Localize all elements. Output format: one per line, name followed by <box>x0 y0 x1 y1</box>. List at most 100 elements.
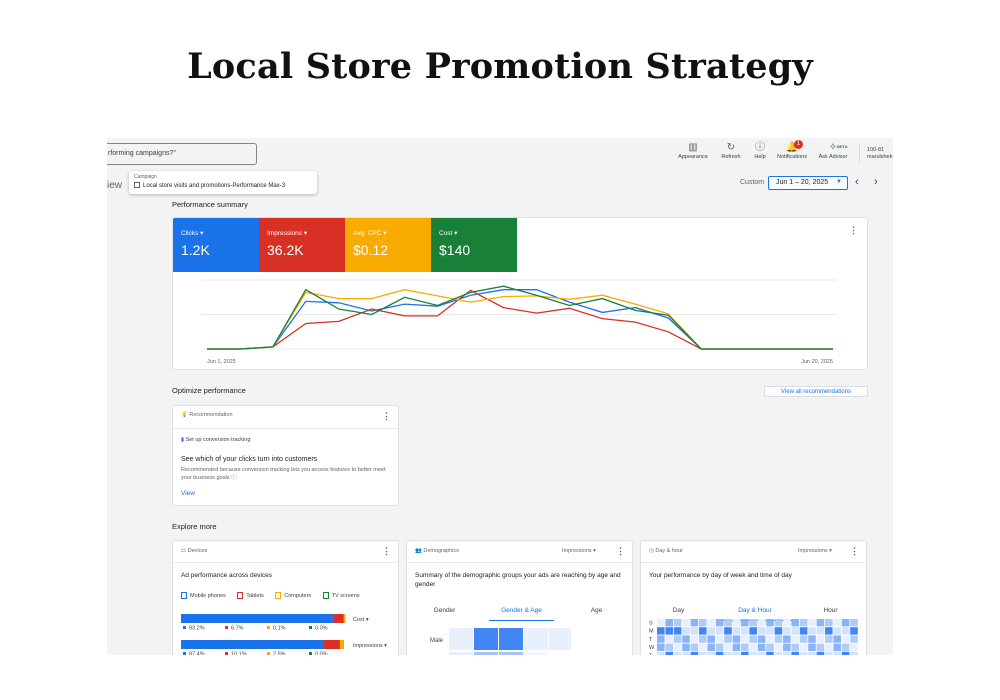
cost-dropdown-label: Cost ▾ <box>353 617 369 623</box>
heatmap-cell <box>749 651 757 655</box>
campaign-selector[interactable]: Campaign Local store visits and promotio… <box>129 171 317 194</box>
heatmap-cell <box>757 635 766 643</box>
heatmap-cell <box>690 619 699 627</box>
legend-computers: Computers <box>275 592 311 599</box>
heatmap-cell <box>665 635 673 643</box>
heatmap-cell <box>715 635 724 643</box>
heatmap-cell <box>657 651 665 655</box>
heatmap-cell <box>757 627 766 635</box>
view-recommendation-link[interactable]: View <box>181 490 195 497</box>
more-options-icon[interactable]: ⋮ <box>850 546 859 557</box>
metric-avg-cpc[interactable]: Avg. CPC ▾ $0.12 <box>345 218 431 272</box>
cost-swatch-2 <box>267 626 270 629</box>
x-tick-start: Jun 1, 2025 <box>207 359 236 365</box>
heatmap-cell <box>825 619 833 627</box>
impressions-swatch-2 <box>267 652 270 655</box>
info-icon[interactable]: ⓘ <box>231 475 237 481</box>
heatmap-cell <box>816 627 825 635</box>
day-label-1: M <box>649 629 654 635</box>
more-options-icon[interactable]: ⋮ <box>616 546 625 557</box>
tv-icon <box>322 592 329 599</box>
impressions-swatch-0 <box>183 652 186 655</box>
heatmap-cell <box>673 651 682 655</box>
tab-gender-age[interactable]: Gender & Age <box>489 604 554 621</box>
heatmap-cell <box>808 627 816 635</box>
heatmap-cell <box>682 619 690 627</box>
more-options-icon[interactable]: ⋮ <box>849 225 858 236</box>
heatmap-cell <box>741 635 749 643</box>
recommendation-item: Set up conversion tracking <box>185 437 251 443</box>
notifications-button[interactable]: 🔔 1 Notifications <box>772 140 812 160</box>
devices-icon: ▭ <box>181 548 187 554</box>
account-info[interactable]: 100-81 marulshek <box>867 147 892 161</box>
performance-line-chart: Jun 1, 2025 Jun 20, 2025 <box>201 279 837 365</box>
tablet-icon <box>237 592 244 599</box>
heatmap-cell <box>690 643 699 651</box>
next-period-button[interactable]: › <box>874 176 878 188</box>
mobile-phone-icon <box>181 592 187 599</box>
metric-clicks[interactable]: Clicks ▾ 1.2K <box>173 218 259 272</box>
heatmap-cell <box>757 643 766 651</box>
heatmap-cell <box>808 643 816 651</box>
appearance-button[interactable]: ▥ Appearance <box>673 141 713 160</box>
more-options-icon[interactable]: ⋮ <box>382 546 391 557</box>
heatmap-cell <box>699 651 707 655</box>
heatmap-cell <box>699 627 707 635</box>
heatmap-cell <box>808 619 816 627</box>
metric-cost[interactable]: Cost ▾ $140 <box>431 218 517 272</box>
lightbulb-icon: 💡 <box>181 412 188 418</box>
heatmap-cell <box>766 643 774 651</box>
ask-advisor-button[interactable]: ✧ BETA Ask Advisor <box>813 141 853 160</box>
calendar-icon <box>134 182 140 188</box>
heatmap-cell <box>724 635 732 643</box>
impressions-segment-0 <box>181 640 324 649</box>
day-hour-title: Your performance by day of week and time… <box>649 572 792 579</box>
male-row-label: Male <box>430 638 444 644</box>
heatmap-cell <box>665 643 673 651</box>
heatmap-cell <box>732 651 741 655</box>
tab-age[interactable]: Age <box>569 604 624 621</box>
heatmap-cell <box>850 635 858 643</box>
view-all-recommendations-button[interactable]: View all recommendations <box>764 386 868 397</box>
heatmap-cell <box>774 619 783 627</box>
impressions-swatch-1 <box>225 652 228 655</box>
heatmap-cell <box>774 651 783 655</box>
date-custom-label: Custom <box>740 179 765 186</box>
heatmap-cell <box>732 635 741 643</box>
heatmap-cell <box>783 619 791 627</box>
day-label-4: T <box>649 653 653 655</box>
day-hour-metric-dropdown[interactable]: Impressions ▾ <box>798 548 832 554</box>
heatmap-cell <box>791 635 799 643</box>
heatmap-cell <box>707 643 715 651</box>
heatmap-cell <box>741 619 749 627</box>
metric-impressions[interactable]: Impressions ▾ 36.2K <box>259 218 345 272</box>
heatmap-cell <box>816 643 825 651</box>
demographics-metric-dropdown[interactable]: Impressions ▾ <box>562 548 596 554</box>
heatmap-cell <box>791 643 799 651</box>
page-title: Local Store Promotion Strategy <box>187 46 813 87</box>
recommendation-description: Recommended because conversion tracking … <box>181 467 386 481</box>
heatmap-cell <box>682 627 690 635</box>
prev-period-button[interactable]: ‹ <box>855 176 859 188</box>
divider <box>173 428 400 429</box>
cost-swatch-3 <box>309 626 312 629</box>
demographics-title: Summary of the demographic groups your a… <box>415 572 621 588</box>
appearance-icon: ▥ <box>688 142 698 153</box>
cost-value-3: 0.0% <box>315 626 328 632</box>
heatmap-cell <box>808 635 816 643</box>
heatmap-cell <box>825 627 833 635</box>
more-options-icon[interactable]: ⋮ <box>382 411 391 422</box>
heatmap-cell <box>724 651 732 655</box>
heatmap-cell <box>783 635 791 643</box>
cost-swatch-1 <box>225 626 228 629</box>
heatmap-cell <box>774 643 783 651</box>
heatmap-cell <box>657 619 665 627</box>
heatmap-cell <box>715 627 724 635</box>
bar-chart-icon: ▮ <box>181 437 185 443</box>
tab-gender[interactable]: Gender <box>417 604 472 621</box>
heatmap-cell <box>682 651 690 655</box>
search-input[interactable]: rforming campaigns?" <box>107 143 257 165</box>
date-range-picker[interactable]: Jun 1 – 20, 2025 ▼ <box>768 176 848 190</box>
heatmap-cell <box>766 635 774 643</box>
demographics-heatmap <box>449 628 571 655</box>
